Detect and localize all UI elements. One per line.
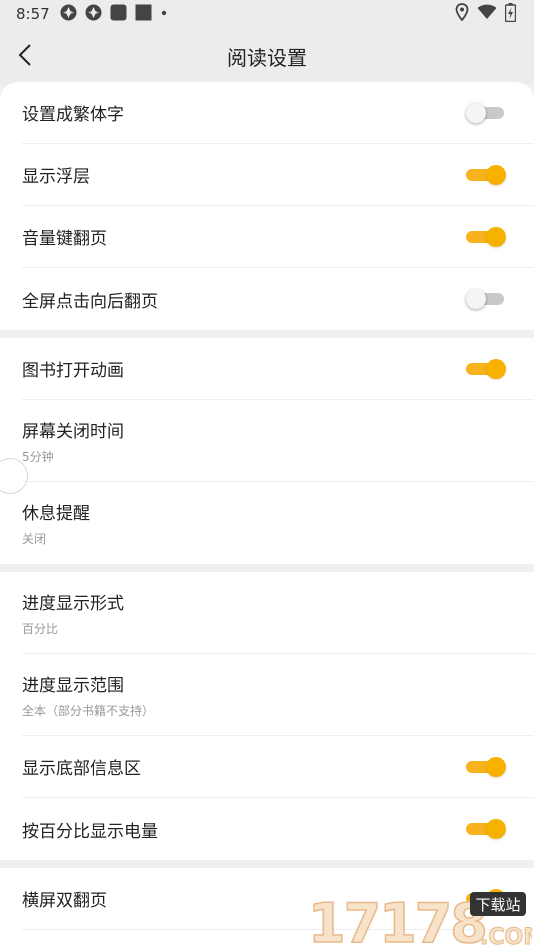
setting-label: 全屏点击向后翻页: [22, 291, 158, 312]
setting-value: 关闭: [22, 532, 47, 546]
setting-label: 设置成繁体字: [22, 105, 124, 125]
status-bar: 8:57: [0, 0, 534, 28]
setting-label: 音量键翻页: [22, 229, 107, 249]
setting-label: 显示浮层: [22, 167, 90, 187]
app-notification-icon: [60, 4, 77, 25]
settings-section: 进度显示形式 百分比 进度显示范围 全本（部分书籍不支持） 显示底部信息区 按百…: [0, 572, 534, 860]
setting-label: 休息提醒: [22, 504, 90, 524]
setting-label: 进度显示范围: [22, 675, 124, 696]
toggle-switch[interactable]: [466, 357, 506, 381]
setting-label: 屏幕关闭时间: [22, 421, 124, 442]
toggle-switch[interactable]: [466, 755, 506, 779]
setting-label: 显示底部信息区: [22, 759, 141, 779]
status-time: 8:57: [16, 5, 50, 23]
setting-label: 图书打开动画: [22, 361, 124, 381]
toggle-switch[interactable]: [466, 101, 504, 125]
toggle-switch[interactable]: [466, 225, 506, 249]
page-title: 阅读设置: [227, 45, 307, 70]
battery-icon: [504, 2, 517, 26]
chevron-left-icon: [18, 44, 31, 66]
settings-list: 设置成繁体字 显示浮层 音量键翻页 全屏点击向后翻页 图书打开动画 屏幕关闭时间…: [0, 82, 534, 950]
settings-section: 图书打开动画 屏幕关闭时间 5分钟 休息提醒 关闭: [0, 338, 534, 564]
svg-text:17178: 17178: [308, 892, 486, 950]
setting-fullscreen-tap-forward[interactable]: 全屏点击向后翻页: [22, 268, 534, 330]
watermark-badge: 下载站: [475, 896, 520, 914]
setting-progress-format[interactable]: 进度显示形式 百分比: [22, 572, 534, 654]
site-watermark: 17178 下载站 .COM: [302, 886, 534, 950]
toggle-switch[interactable]: [466, 163, 506, 187]
section-divider: [0, 860, 534, 868]
location-icon: [455, 3, 469, 25]
app-notification-icon: [110, 4, 127, 25]
setting-rest-reminder[interactable]: 休息提醒 关闭: [22, 482, 534, 564]
setting-label: 进度显示形式: [22, 593, 124, 614]
section-divider: [0, 330, 534, 338]
svg-text:.COM: .COM: [480, 925, 532, 950]
setting-show-bottom-info[interactable]: 显示底部信息区: [22, 736, 534, 798]
setting-value: 全本（部分书籍不支持）: [22, 703, 155, 718]
setting-label: 横屏双翻页: [22, 891, 107, 911]
setting-value: 百分比: [22, 621, 59, 636]
setting-volume-key-page-turn[interactable]: 音量键翻页: [22, 206, 534, 268]
title-bar: 阅读设置: [0, 28, 534, 84]
wifi-icon: [477, 4, 497, 24]
toggle-switch[interactable]: [466, 817, 506, 841]
setting-label: 按百分比显示电量: [22, 821, 158, 842]
setting-traditional-chinese[interactable]: 设置成繁体字: [22, 82, 534, 144]
toggle-switch[interactable]: [466, 287, 504, 311]
app-notification-icon: [135, 4, 152, 25]
section-divider: [0, 564, 534, 572]
setting-value: 5分钟: [22, 449, 54, 464]
back-button[interactable]: [10, 40, 40, 70]
setting-show-overlay[interactable]: 显示浮层: [22, 144, 534, 206]
app-notification-icon: [85, 4, 102, 25]
setting-screen-timeout[interactable]: 屏幕关闭时间 5分钟: [22, 400, 534, 482]
setting-battery-percent[interactable]: 按百分比显示电量: [22, 798, 534, 860]
more-notifications-icon: [160, 4, 168, 25]
setting-book-open-animation[interactable]: 图书打开动画: [22, 338, 534, 400]
setting-progress-range[interactable]: 进度显示范围 全本（部分书籍不支持）: [22, 654, 534, 736]
settings-section: 设置成繁体字 显示浮层 音量键翻页 全屏点击向后翻页: [0, 82, 534, 330]
